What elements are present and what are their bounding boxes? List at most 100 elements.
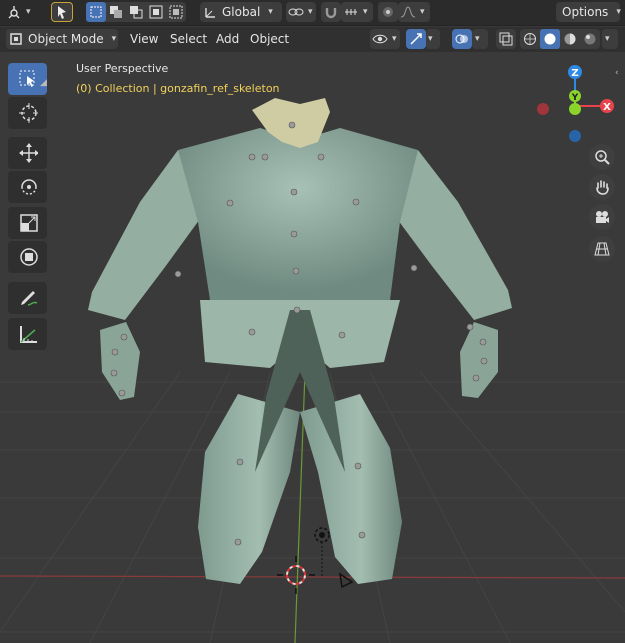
measure-ruler-icon (18, 324, 38, 344)
magnet-icon (321, 2, 341, 22)
gizmo-arrows-icon (406, 29, 426, 49)
select-invert-icon[interactable] (146, 2, 166, 22)
camera-object[interactable] (338, 572, 354, 589)
mode-dropdown[interactable]: Object Mode ▾ (6, 29, 118, 49)
proportional-edit-toggle[interactable] (378, 2, 398, 22)
menu-view-label: View (130, 32, 159, 46)
x-axis-line (0, 575, 625, 579)
options-dropdown[interactable]: Options ▾ (556, 2, 621, 22)
view-name: User Perspective (76, 62, 169, 75)
left-leg (198, 394, 300, 584)
zoom-magnifier-icon (592, 147, 612, 167)
gizmo-neg-y-axis[interactable] (569, 103, 581, 115)
select-intersect-icon[interactable] (166, 2, 186, 22)
solid-shading-icon[interactable] (540, 29, 560, 49)
menu-select[interactable]: Select (164, 29, 213, 49)
3d-viewport[interactable]: User Perspective (0) Collection | gonzaf… (0, 52, 625, 643)
rendered-shading-icon[interactable] (580, 29, 600, 49)
proportional-dot-icon (378, 2, 398, 22)
menu-add[interactable]: Add (210, 29, 245, 49)
chevron-down-icon: ▾ (392, 34, 397, 44)
select-extend-icon[interactable] (106, 2, 126, 22)
mode-label: Object Mode (28, 32, 104, 46)
chevron-down-icon: ▾ (420, 7, 425, 17)
select-subtract-icon[interactable] (126, 2, 146, 22)
pivot-point-dropdown[interactable]: ▾ (286, 2, 316, 22)
rotate-icon (18, 177, 38, 197)
tool-variants-corner-icon: ◢ (40, 78, 47, 88)
options-label: Options (562, 5, 609, 19)
overlays-circles-icon (452, 29, 472, 49)
viewport-header: Object Mode ▾ View Select Add Object ▾ ▾… (0, 27, 625, 52)
xray-icon (496, 29, 516, 49)
chevron-down-icon: ▾ (363, 7, 368, 17)
snap-increment-icon (341, 2, 361, 22)
3d-cursor[interactable] (277, 556, 315, 594)
menu-object-label: Object (250, 32, 290, 46)
left-hand (100, 322, 140, 400)
snap-target-dropdown[interactable]: ▾ (341, 2, 373, 22)
orientation-axes-icon (200, 2, 220, 22)
sidebar-expand-icon[interactable]: ‹ (615, 68, 619, 78)
orientation-label: Global (222, 5, 261, 19)
gizmo-dropdown[interactable]: ▾ (426, 29, 440, 49)
cursor-target-icon (18, 103, 38, 123)
falloff-curve-icon (398, 2, 418, 22)
pan-button[interactable] (589, 174, 615, 200)
tool-scale[interactable] (8, 207, 47, 239)
tool-select-button[interactable] (51, 2, 73, 22)
gizmo-y-label: Y (571, 93, 579, 103)
chevron-down-icon: ▾ (616, 7, 621, 17)
visibility-dropdown[interactable]: ▾ (370, 29, 400, 49)
right-hand (460, 322, 498, 398)
select-new-icon[interactable] (86, 2, 106, 22)
eye-icon (370, 29, 390, 49)
tool-measure[interactable] (8, 318, 47, 350)
perspective-toggle-button[interactable] (589, 236, 615, 262)
shading-mode-group (520, 29, 600, 49)
gizmo-neg-x-axis[interactable] (537, 103, 549, 115)
xray-toggle[interactable] (496, 29, 516, 49)
zoom-button[interactable] (589, 144, 615, 170)
annotate-pencil-icon (18, 288, 38, 308)
navigation-gizmo[interactable]: Z Y X (535, 58, 615, 148)
tool-annotate[interactable] (8, 282, 47, 314)
tool-transform[interactable] (8, 241, 47, 273)
snap-toggle[interactable] (321, 2, 341, 22)
shading-dropdown[interactable]: ▾ (602, 29, 618, 49)
collection-info: (0) Collection | gonzafin_ref_skeleton (76, 82, 280, 95)
chevron-down-icon: ▾ (428, 34, 433, 44)
hand-icon (592, 177, 612, 197)
chevron-down-icon: ▾ (268, 7, 273, 17)
pivot-link-icon (286, 2, 306, 22)
viewport-scene (0, 98, 625, 643)
gizmo-toggle[interactable] (406, 29, 426, 49)
light-object[interactable] (314, 527, 330, 576)
chevron-down-icon: ▾ (308, 7, 313, 17)
proportional-falloff-dropdown[interactable]: ▾ (398, 2, 430, 22)
material-shading-icon[interactable] (560, 29, 580, 49)
menu-add-label: Add (216, 32, 240, 46)
right-leg (300, 394, 402, 584)
overlays-toggle[interactable] (452, 29, 472, 49)
menu-view[interactable]: View (124, 29, 164, 49)
menu-object[interactable]: Object (244, 29, 295, 49)
tool-move[interactable] (8, 137, 47, 169)
tool-rotate[interactable] (8, 171, 47, 203)
transform-icon (18, 247, 38, 267)
gizmo-neg-z-axis[interactable] (569, 130, 581, 142)
editor-type-button[interactable]: ▾ (4, 2, 40, 22)
move-arrows-icon (18, 143, 38, 163)
chevron-down-icon: ▾ (26, 7, 31, 17)
select-box-icon (18, 69, 38, 89)
selection-mode-group (86, 2, 186, 22)
overlays-dropdown[interactable]: ▾ (472, 29, 488, 49)
camera-icon (592, 207, 612, 227)
gizmo-z-label: Z (571, 68, 578, 79)
wireframe-shading-icon[interactable] (520, 29, 540, 49)
transform-orientation-dropdown[interactable]: Global ▾ (200, 2, 282, 22)
chevron-down-icon: ▾ (111, 34, 117, 44)
object-mode-icon (6, 29, 26, 49)
camera-view-button[interactable] (589, 204, 615, 230)
tool-cursor[interactable] (8, 97, 47, 129)
